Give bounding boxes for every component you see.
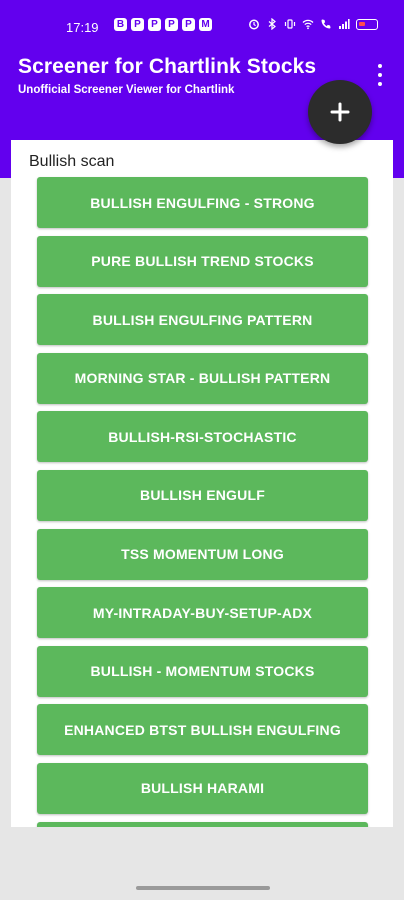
alarm-icon bbox=[249, 19, 259, 30]
scan-list: BULLISH ENGULFING - STRONG PURE BULLISH … bbox=[37, 177, 368, 827]
gesture-navigation-bar[interactable] bbox=[136, 886, 270, 890]
notification-icon: P bbox=[148, 18, 161, 31]
menu-dot bbox=[378, 73, 382, 77]
scan-button[interactable]: ENHANCED BTST BULLISH ENGULFING bbox=[37, 704, 368, 756]
vibrate-icon bbox=[284, 19, 296, 29]
add-scan-button[interactable] bbox=[308, 80, 372, 144]
notification-icon: P bbox=[182, 18, 195, 31]
signal-icon bbox=[339, 19, 350, 29]
scan-button[interactable]: TSS MOMENTUM LONG bbox=[37, 528, 368, 580]
call-icon bbox=[321, 19, 331, 29]
status-bar: 17:19 B P P P P M bbox=[0, 14, 404, 42]
scan-button[interactable] bbox=[37, 821, 368, 827]
scan-card: Bullish scan BULLISH ENGULFING - STRONG … bbox=[11, 140, 393, 827]
status-time: 17:19 bbox=[66, 20, 99, 35]
scan-button[interactable]: BULLISH HARAMI bbox=[37, 762, 368, 814]
scan-button[interactable]: BULLISH-RSI-STOCHASTIC bbox=[37, 411, 368, 463]
plus-icon bbox=[330, 102, 350, 122]
notification-icon: B bbox=[114, 18, 127, 31]
scan-button[interactable]: MORNING STAR - BULLISH PATTERN bbox=[37, 352, 368, 404]
scan-button[interactable]: BULLISH ENGULFING - STRONG bbox=[37, 177, 368, 228]
menu-dot bbox=[378, 64, 382, 68]
scan-button[interactable]: PURE BULLISH TREND STOCKS bbox=[37, 235, 368, 287]
menu-dot bbox=[378, 82, 382, 86]
app-title: Screener for Chartlink Stocks bbox=[18, 55, 317, 78]
overflow-menu-icon[interactable] bbox=[372, 64, 388, 86]
system-icons bbox=[248, 18, 378, 30]
notification-icons: B P P P P M bbox=[114, 18, 212, 31]
notification-icon: P bbox=[165, 18, 178, 31]
scan-button[interactable]: BULLISH ENGULF bbox=[37, 469, 368, 521]
scan-button[interactable]: BULLISH - MOMENTUM STOCKS bbox=[37, 645, 368, 697]
scan-button[interactable]: MY-INTRADAY-BUY-SETUP-ADX bbox=[37, 587, 368, 639]
scan-button[interactable]: BULLISH ENGULFING PATTERN bbox=[37, 294, 368, 346]
wifi-icon bbox=[302, 19, 314, 30]
battery-icon bbox=[356, 18, 378, 30]
section-title: Bullish scan bbox=[29, 153, 115, 170]
notification-icon: P bbox=[131, 18, 144, 31]
app-subtitle: Unofficial Screener Viewer for Chartlink bbox=[18, 84, 235, 96]
notification-icon: M bbox=[199, 18, 212, 31]
bluetooth-icon bbox=[268, 18, 276, 30]
